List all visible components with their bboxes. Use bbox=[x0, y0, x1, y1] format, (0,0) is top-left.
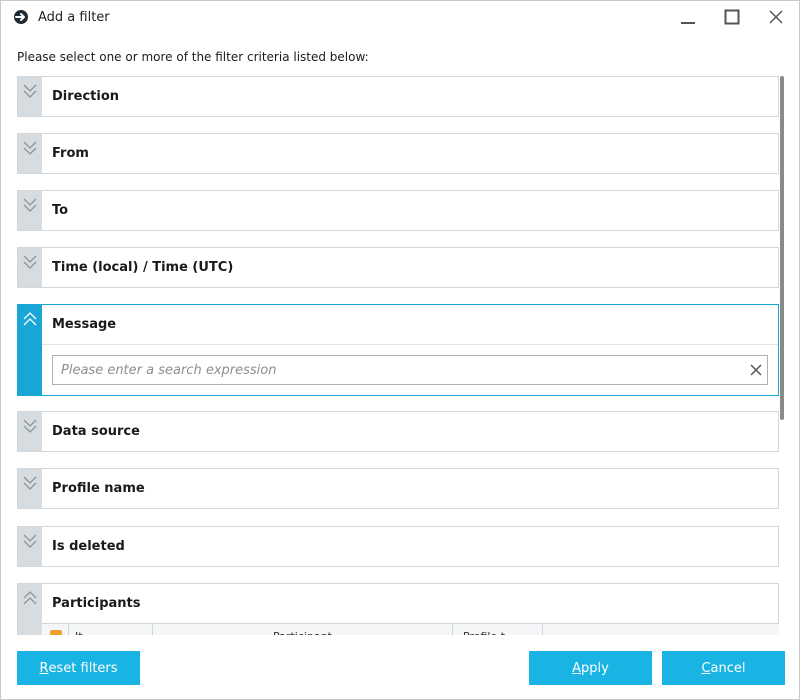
expand-strip[interactable] bbox=[18, 191, 42, 230]
chevron-down-icon bbox=[23, 534, 37, 548]
clear-icon[interactable] bbox=[750, 364, 762, 376]
filter-label: Data source bbox=[52, 424, 140, 439]
message-search-input[interactable] bbox=[53, 356, 743, 384]
filter-from[interactable]: From bbox=[17, 133, 779, 174]
expand-strip[interactable] bbox=[18, 77, 42, 116]
cancel-button[interactable]: Cancel bbox=[662, 651, 785, 685]
expand-strip[interactable] bbox=[18, 248, 42, 287]
filter-data-source[interactable]: Data source bbox=[17, 411, 779, 452]
button-label: pply bbox=[581, 660, 609, 676]
divider bbox=[42, 344, 778, 345]
filter-label: From bbox=[52, 146, 89, 161]
filter-label: To bbox=[52, 203, 69, 218]
column-header[interactable]: It bbox=[69, 624, 153, 635]
filter-message[interactable]: Message bbox=[17, 304, 779, 396]
close-button[interactable] bbox=[753, 3, 799, 31]
maximize-icon bbox=[724, 9, 740, 25]
mnemonic: R bbox=[39, 660, 49, 676]
button-label: eset filters bbox=[48, 660, 118, 676]
minimize-icon bbox=[681, 22, 695, 24]
filter-label: Time (local) / Time (UTC) bbox=[52, 260, 234, 275]
reset-filters-button[interactable]: Reset filters bbox=[17, 651, 140, 685]
column-header bbox=[543, 624, 779, 635]
chevron-down-icon bbox=[23, 419, 37, 433]
mnemonic: C bbox=[701, 660, 711, 676]
maximize-button[interactable] bbox=[709, 3, 755, 31]
apply-button[interactable]: Apply bbox=[529, 651, 652, 685]
minimize-button[interactable] bbox=[665, 3, 711, 31]
chevron-down-icon bbox=[23, 141, 37, 155]
instruction-text: Please select one or more of the filter … bbox=[17, 50, 369, 64]
expand-strip[interactable] bbox=[18, 412, 42, 451]
app-logo-icon bbox=[14, 10, 28, 24]
chevron-down-icon bbox=[23, 476, 37, 490]
window-title: Add a filter bbox=[38, 10, 110, 25]
chevron-up-icon bbox=[23, 312, 37, 326]
column-header[interactable]: Participant bbox=[153, 624, 453, 635]
filter-label: Is deleted bbox=[52, 539, 125, 554]
scrollbar-thumb[interactable] bbox=[780, 76, 784, 420]
collapse-strip[interactable] bbox=[18, 584, 42, 635]
filter-to[interactable]: To bbox=[17, 190, 779, 231]
checkbox-column bbox=[42, 624, 69, 635]
expand-strip[interactable] bbox=[18, 134, 42, 173]
message-search-box[interactable] bbox=[52, 355, 768, 385]
collapse-strip[interactable] bbox=[18, 305, 42, 395]
filter-profile-name[interactable]: Profile name bbox=[17, 468, 779, 509]
title-bar[interactable]: Add a filter bbox=[1, 1, 799, 34]
chevron-up-icon bbox=[23, 591, 37, 605]
filter-label: Direction bbox=[52, 89, 120, 104]
expand-strip[interactable] bbox=[18, 469, 42, 508]
filter-label: Participants bbox=[52, 596, 141, 611]
filter-list: Direction From To Time (local) / Time (U… bbox=[17, 76, 779, 635]
filter-label: Profile name bbox=[52, 481, 145, 496]
chevron-down-icon bbox=[23, 84, 37, 98]
button-label: ancel bbox=[710, 660, 746, 676]
expand-strip[interactable] bbox=[18, 527, 42, 566]
chevron-down-icon bbox=[23, 255, 37, 269]
close-icon bbox=[769, 10, 783, 24]
filter-is-deleted[interactable]: Is deleted bbox=[17, 526, 779, 567]
filter-direction[interactable]: Direction bbox=[17, 76, 779, 117]
filter-time[interactable]: Time (local) / Time (UTC) bbox=[17, 247, 779, 288]
add-filter-window: Add a filter Please select one or more o… bbox=[0, 0, 800, 700]
filter-label: Message bbox=[52, 317, 117, 332]
mnemonic: A bbox=[572, 660, 582, 676]
filter-participants[interactable]: Participants It Participant Profile t bbox=[17, 583, 779, 635]
chevron-down-icon bbox=[23, 198, 37, 212]
column-header[interactable]: Profile t bbox=[453, 624, 543, 635]
participants-table-header: It Participant Profile t bbox=[42, 623, 779, 635]
